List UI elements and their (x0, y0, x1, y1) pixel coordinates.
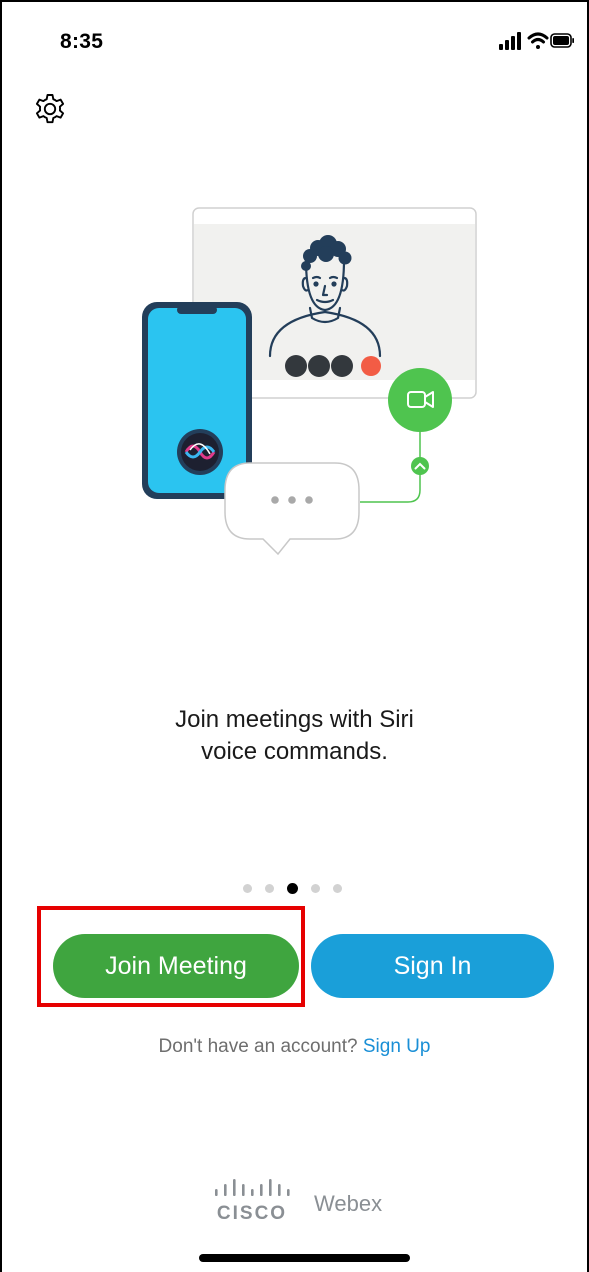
page-dot-active[interactable] (287, 883, 298, 895)
cisco-wordmark: CISCO (217, 1203, 287, 1224)
status-time: 8:35 (60, 30, 104, 53)
siri-icon (177, 429, 223, 475)
cellular-signal-icon (499, 32, 521, 50)
speech-bubble (224, 462, 360, 556)
webex-wordmark: Webex (314, 1191, 383, 1216)
gear-icon[interactable] (31, 90, 69, 128)
wifi-icon (527, 32, 549, 49)
page-dot[interactable] (311, 884, 320, 894)
tagline-line-1: Join meetings with Siri (175, 706, 414, 733)
page-dot[interactable] (333, 884, 342, 894)
siri-meeting-illustration (130, 200, 490, 565)
page-indicator[interactable] (243, 880, 355, 895)
signup-prompt-text: Don't have an account? (158, 1036, 358, 1057)
video-camera-icon (388, 368, 452, 432)
status-bar: 8:35 (0, 0, 589, 80)
page-dot[interactable] (243, 884, 252, 894)
battery-icon (550, 33, 574, 48)
home-indicator[interactable] (199, 1254, 410, 1262)
status-icons (465, 30, 575, 54)
signup-prompt: Don't have an account? Sign Up (0, 1036, 589, 1058)
page-dot[interactable] (265, 884, 274, 894)
tagline-line-2: voice commands. (201, 738, 388, 765)
cisco-webex-logo: CISCO Webex (210, 1175, 382, 1225)
join-meeting-button[interactable]: Join Meeting (53, 934, 299, 998)
chevron-up-icon (411, 457, 429, 475)
sign-in-button[interactable]: Sign In (311, 934, 554, 998)
device-frame (0, 0, 589, 1272)
sign-up-link[interactable]: Sign Up (363, 1036, 431, 1057)
cisco-logo-icon: CISCO (215, 1179, 290, 1224)
onboarding-tagline: Join meetings with Siri voice commands. (0, 704, 589, 768)
